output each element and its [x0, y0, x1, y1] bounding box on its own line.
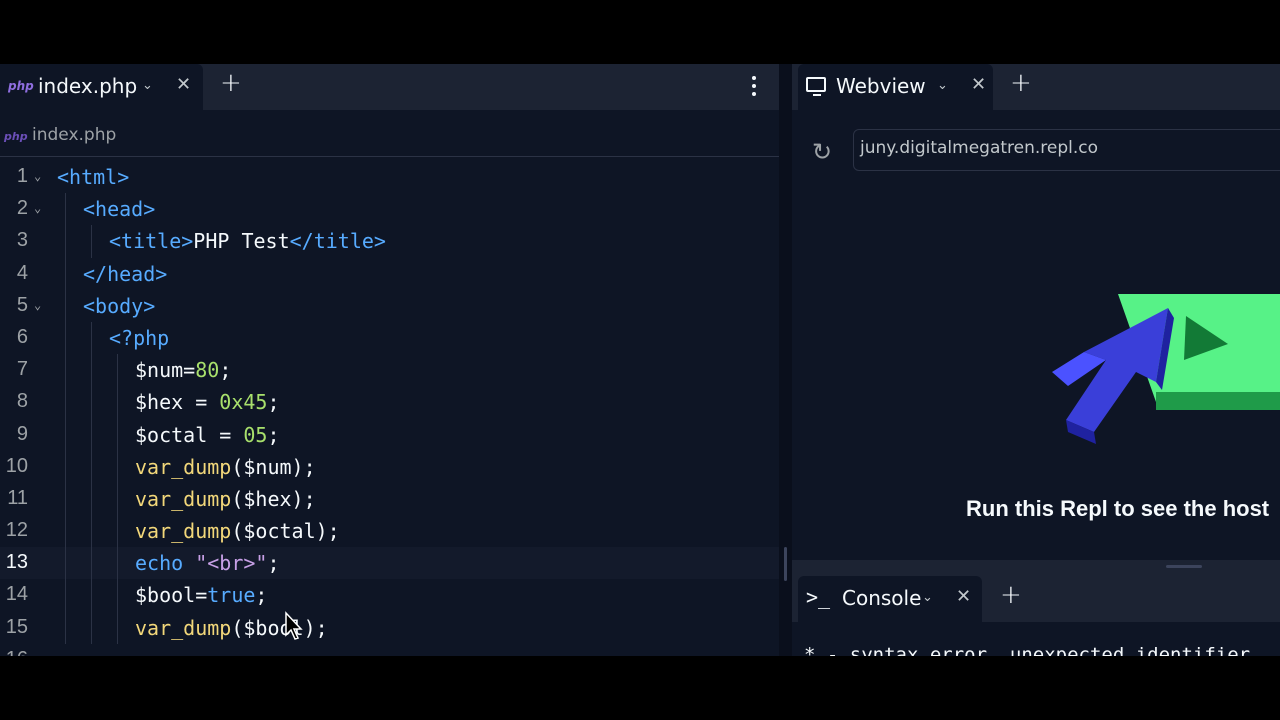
code-text: <html>	[57, 165, 130, 189]
code-line[interactable]: 15 var_dump($bool);	[0, 611, 779, 644]
close-icon[interactable]: ✕	[176, 74, 191, 95]
breadcrumb-file[interactable]: index.php	[32, 125, 116, 145]
code-line[interactable]: 12 var_dump($octal);	[0, 515, 779, 548]
plus-icon[interactable]: +	[1010, 68, 1032, 98]
resize-handle[interactable]	[784, 547, 787, 581]
console-tab-bar: >_ Console ⌄ ✕ +	[792, 576, 1280, 622]
line-number: 2	[16, 197, 28, 220]
cursor-arrow-icon	[285, 611, 303, 640]
close-icon[interactable]: ✕	[971, 74, 986, 95]
console-output[interactable]: * - syntax error, unexpected identifier	[792, 622, 1280, 656]
code-text: <?php	[109, 325, 170, 350]
line-number: 6	[16, 325, 28, 348]
code-line[interactable]: 1 ⌄ <html>	[0, 161, 779, 193]
url-bar[interactable]: juny.digitalmegatren.repl.co	[853, 129, 1280, 171]
fold-chevron-icon[interactable]: ⌄	[34, 201, 41, 215]
line-number: 10	[5, 454, 28, 477]
code-line[interactable]: 2 ⌄ <head>	[0, 193, 779, 226]
tab-webview[interactable]: Webview ⌄ ✕	[798, 64, 993, 110]
code-line[interactable]: 5 ⌄ <body>	[0, 289, 779, 322]
chevron-down-icon[interactable]: ⌄	[937, 78, 948, 93]
line-number: 5	[16, 293, 28, 316]
code-line[interactable]: 10 var_dump($num);	[0, 450, 779, 483]
code-text: $num=80;	[135, 358, 232, 383]
code-text: <body>	[83, 293, 156, 318]
tab-label: index.php	[38, 74, 138, 98]
line-number: 13	[5, 551, 28, 574]
line-number: 11	[7, 486, 28, 509]
code-line[interactable]: 6 <?php	[0, 321, 779, 355]
tab-console[interactable]: >_ Console ⌄ ✕	[798, 576, 982, 622]
monitor-icon	[806, 77, 826, 96]
code-line[interactable]: 4 </head>	[0, 257, 779, 290]
webview-content: ↻ juny.digitalmegatren.repl.co Run this …	[792, 110, 1280, 560]
chevron-down-icon[interactable]: ⌄	[922, 590, 933, 605]
right-pane: Webview ⌄ ✕ + ↻ juny.digitalmegatren.rep…	[792, 64, 1280, 656]
line-number: 7	[16, 358, 28, 381]
close-icon[interactable]: ✕	[956, 586, 971, 607]
plus-icon[interactable]: +	[1000, 580, 1022, 610]
code-line[interactable]: 14 $bool=true;	[0, 579, 779, 612]
code-text: </head>	[83, 261, 168, 286]
plus-icon[interactable]: +	[220, 68, 242, 98]
code-text: $hex = 0x45;	[135, 390, 280, 415]
breadcrumb: php index.php	[0, 122, 779, 150]
pane-resize-divider[interactable]	[779, 64, 792, 656]
chevron-down-icon[interactable]: ⌄	[142, 78, 153, 93]
editor-tab-bar: php index.php ⌄ ✕ +	[0, 64, 779, 110]
webview-tab-bar: Webview ⌄ ✕ +	[792, 64, 1280, 110]
code-text: var_dump($num);	[135, 454, 316, 479]
php-icon: php	[4, 130, 28, 143]
fold-chevron-icon[interactable]: ⌄	[34, 298, 41, 312]
code-text: var_dump($hex);	[135, 486, 316, 511]
reload-icon[interactable]: ↻	[812, 138, 832, 166]
code-line[interactable]: 16	[0, 644, 779, 656]
tab-label: Console	[842, 586, 922, 610]
code-line[interactable]: 9 $octal = 05;	[0, 418, 779, 451]
line-number: 1	[16, 165, 28, 187]
code-line-active[interactable]: 13 echo "<br>";	[0, 547, 779, 580]
code-text: var_dump($octal);	[135, 519, 340, 544]
tab-label: Webview	[836, 74, 926, 98]
code-text: <title>PHP Test</title>	[109, 229, 386, 254]
php-icon: php	[8, 79, 34, 93]
code-area[interactable]: 1 ⌄ <html> 2 ⌄ <head> 3 <title>PHP Test<…	[0, 161, 779, 656]
code-line[interactable]: 7 $num=80;	[0, 354, 779, 387]
code-text: $octal = 05;	[135, 422, 280, 447]
run-message: Run this Repl to see the host	[966, 496, 1270, 521]
line-number: 8	[16, 390, 28, 413]
tab-index-php[interactable]: php index.php ⌄ ✕	[0, 64, 203, 110]
code-line[interactable]: 11 var_dump($hex);	[0, 482, 779, 516]
run-repl-illustration	[1052, 294, 1280, 444]
fold-chevron-icon[interactable]: ⌄	[34, 169, 41, 183]
code-line[interactable]: 8 $hex = 0x45;	[0, 386, 779, 419]
code-line[interactable]: 3 <title>PHP Test</title>	[0, 225, 779, 258]
split-resize-handle[interactable]	[1166, 565, 1202, 568]
replit-workspace: php index.php ⌄ ✕ + php index.php 1 ⌄ <h…	[0, 64, 1280, 656]
console-text: * - syntax error, unexpected identifier	[804, 644, 1251, 656]
line-number: 16	[0, 648, 28, 656]
divider	[0, 156, 779, 157]
terminal-icon: >_	[806, 585, 831, 609]
code-editor-pane: php index.php ⌄ ✕ + php index.php 1 ⌄ <h…	[0, 64, 779, 656]
line-number: 14	[5, 583, 28, 606]
line-number: 4	[16, 261, 28, 284]
code-text: echo "<br>";	[135, 551, 280, 576]
code-text: <head>	[83, 197, 156, 222]
kebab-menu-icon[interactable]	[751, 76, 757, 98]
url-text: juny.digitalmegatren.repl.co	[860, 138, 1099, 158]
line-number: 15	[5, 615, 28, 638]
line-number: 12	[5, 519, 28, 542]
line-number: 9	[16, 422, 28, 445]
line-number: 3	[16, 229, 28, 252]
code-text: $bool=true;	[135, 583, 268, 608]
